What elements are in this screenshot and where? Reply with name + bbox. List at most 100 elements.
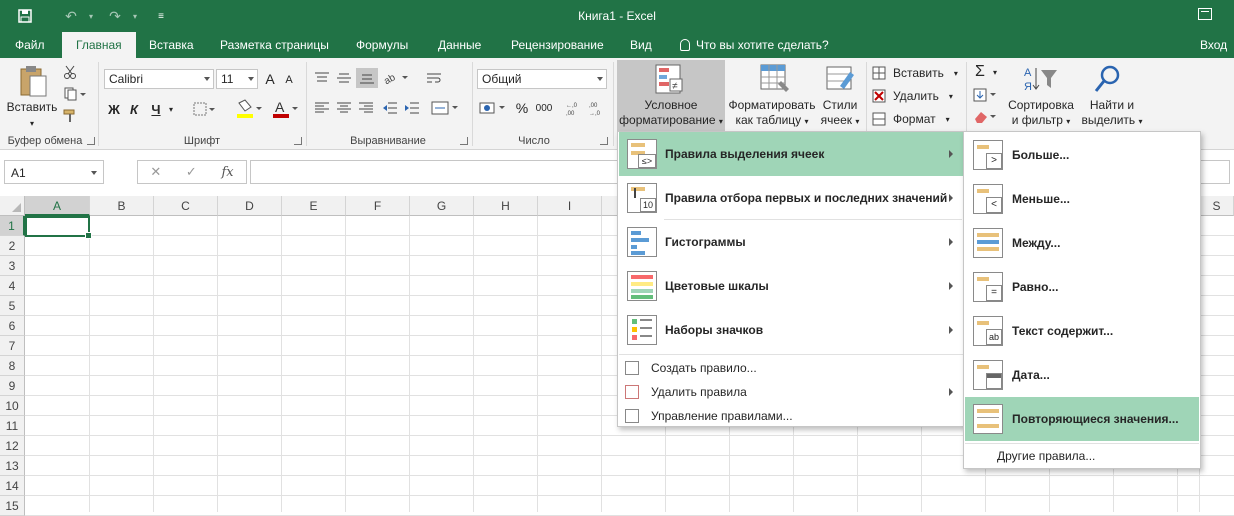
decrease-decimal-icon[interactable]: ,00 →,0 [588, 98, 608, 118]
column-header[interactable] [602, 196, 618, 216]
align-middle-icon[interactable] [335, 70, 353, 86]
row-header[interactable]: 13 [0, 456, 25, 476]
menu-item-color-scales[interactable]: Цветовые шкалы [619, 264, 963, 308]
fill-color-icon[interactable] [234, 98, 264, 120]
column-header[interactable]: D [218, 196, 282, 216]
tab-view[interactable]: Вид [630, 32, 652, 58]
increase-decimal-icon[interactable]: ←,0,00 [565, 98, 585, 118]
column-header[interactable]: G [410, 196, 474, 216]
column-header[interactable]: B [90, 196, 154, 216]
tab-data[interactable]: Данные [438, 32, 481, 58]
row-header[interactable]: 11 [0, 416, 25, 436]
align-right-icon[interactable] [357, 100, 375, 116]
align-center-icon[interactable] [335, 100, 353, 116]
autosum-dropdown-icon[interactable]: ▾ [990, 62, 1000, 82]
percent-style-button[interactable]: % [514, 98, 530, 118]
tab-home[interactable]: Главная [62, 32, 136, 58]
cancel-entry-icon[interactable]: ✕ [150, 164, 161, 180]
row-header[interactable]: 5 [0, 296, 25, 316]
submenu-item-date[interactable]: Дата... [965, 353, 1199, 397]
decrease-indent-icon[interactable] [381, 100, 399, 116]
row-header[interactable]: 9 [0, 376, 25, 396]
row-header[interactable]: 10 [0, 396, 25, 416]
insert-cells-button[interactable]: Вставить ▾ [872, 64, 962, 82]
ribbon-display-options-icon[interactable] [1198, 8, 1212, 20]
copy-icon[interactable] [62, 86, 88, 102]
menu-item-manage-rules[interactable]: Управление правилами... [619, 404, 963, 428]
tab-formulas[interactable]: Формулы [356, 32, 408, 58]
sort-filter-button[interactable]: Сортировка и фильтр ▾ [1004, 98, 1078, 129]
delete-cells-button[interactable]: Удалить ▾ [872, 87, 962, 105]
row-header[interactable]: 14 [0, 476, 25, 496]
insert-function-icon[interactable]: fx [221, 165, 233, 180]
font-size-combo[interactable]: 11 [216, 69, 258, 89]
clear-icon[interactable] [972, 108, 1000, 126]
menu-item-highlight-cells-rules[interactable]: ≤> Правила выделения ячеек [619, 132, 963, 176]
increase-indent-icon[interactable] [403, 100, 421, 116]
font-launcher-icon[interactable] [294, 137, 302, 145]
fill-icon[interactable] [972, 86, 1000, 104]
tab-review[interactable]: Рецензирование [511, 32, 604, 58]
cell-styles-button[interactable]: Стили ячеек ▾ [816, 98, 864, 129]
column-header[interactable]: E [282, 196, 346, 216]
format-as-table-button[interactable]: Форматировать как таблицу ▾ [725, 98, 819, 129]
grow-font-button[interactable]: A [262, 70, 278, 88]
number-format-combo[interactable]: Общий [477, 69, 607, 89]
clipboard-launcher-icon[interactable] [87, 137, 95, 145]
tab-file[interactable]: Файл [15, 32, 45, 58]
comma-style-button[interactable]: 000 [534, 98, 554, 118]
confirm-entry-icon[interactable]: ✓ [186, 164, 197, 180]
row-header[interactable]: 6 [0, 316, 25, 336]
row-header[interactable]: 1 [0, 216, 25, 236]
format-cells-button[interactable]: Формат ▾ [872, 110, 962, 128]
cut-icon[interactable] [62, 64, 78, 80]
column-header[interactable]: C [154, 196, 218, 216]
alignment-launcher-icon[interactable] [460, 137, 468, 145]
accounting-format-icon[interactable] [478, 98, 510, 118]
column-header[interactable]: A [25, 196, 90, 216]
menu-item-new-rule[interactable]: Создать правило... [619, 356, 963, 380]
shrink-font-button[interactable]: A [282, 72, 296, 88]
column-header[interactable]: H [474, 196, 538, 216]
tab-insert[interactable]: Вставка [149, 32, 194, 58]
align-left-icon[interactable] [313, 100, 331, 116]
paste-icon[interactable] [18, 64, 48, 101]
wrap-text-icon[interactable] [426, 70, 442, 86]
column-header[interactable]: F [346, 196, 410, 216]
merge-center-icon[interactable] [430, 100, 460, 116]
menu-item-clear-rules[interactable]: Удалить правила [619, 380, 963, 404]
submenu-item-between[interactable]: Между... [965, 221, 1199, 265]
select-all-corner[interactable] [0, 196, 25, 216]
bold-button[interactable]: Ж [106, 100, 122, 118]
menu-item-data-bars[interactable]: Гистограммы [619, 220, 963, 264]
name-box[interactable]: A1 [4, 160, 104, 184]
column-header[interactable]: I [538, 196, 602, 216]
tell-me-search[interactable]: Что вы хотите сделать? [680, 32, 829, 58]
borders-icon[interactable] [192, 100, 216, 118]
submenu-item-duplicate-values[interactable]: Повторяющиеся значения... [965, 397, 1199, 441]
font-name-combo[interactable]: Calibri [104, 69, 214, 89]
submenu-item-less-than[interactable]: < Меньше... [965, 177, 1199, 221]
row-header[interactable]: 12 [0, 436, 25, 456]
column-header[interactable]: S [1200, 196, 1234, 216]
submenu-item-greater-than[interactable]: > Больше... [965, 133, 1199, 177]
menu-item-top-bottom-rules[interactable]: 10 Правила отбора первых и последних зна… [619, 176, 963, 220]
submenu-item-equal-to[interactable]: = Равно... [965, 265, 1199, 309]
underline-dropdown-icon[interactable]: ▾ [166, 100, 176, 118]
align-bottom-icon[interactable] [356, 68, 378, 88]
submenu-item-text-contains[interactable]: ab Текст содержит... [965, 309, 1199, 353]
find-select-button[interactable]: Найти и выделить ▾ [1080, 98, 1144, 129]
active-cell[interactable] [25, 216, 92, 239]
menu-item-icon-sets[interactable]: Наборы значков [619, 308, 963, 352]
autosum-button[interactable]: Σ [970, 62, 990, 82]
align-top-icon[interactable] [313, 70, 331, 86]
row-header[interactable]: 3 [0, 256, 25, 276]
row-header[interactable]: 4 [0, 276, 25, 296]
tab-page-layout[interactable]: Разметка страницы [220, 32, 329, 58]
paste-button[interactable]: Вставить ▾ [4, 100, 60, 131]
row-header[interactable]: 8 [0, 356, 25, 376]
italic-button[interactable]: К [126, 100, 142, 118]
font-color-button[interactable]: A [270, 98, 300, 120]
number-launcher-icon[interactable] [600, 137, 608, 145]
row-header[interactable]: 2 [0, 236, 25, 256]
